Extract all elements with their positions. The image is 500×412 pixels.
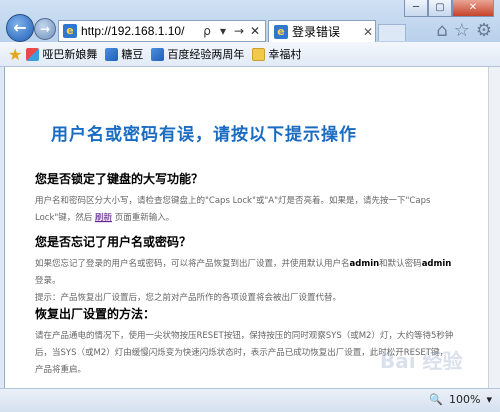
stop-icon[interactable]: ✕ xyxy=(248,24,262,38)
section-caps-lock: 您是否锁定了键盘的大写功能？ 用户名和密码区分大小写，请检查您键盘上的"Caps… xyxy=(35,170,455,227)
favorite-item[interactable]: 糖豆 xyxy=(105,46,143,62)
window-controls: ─ ▢ ✕ xyxy=(404,0,494,17)
favorite-item[interactable]: 幸福村 xyxy=(252,46,301,62)
watermark-logo: Bai 经验 xyxy=(380,349,463,373)
back-button[interactable]: ← xyxy=(6,14,34,42)
address-tools: ρ ▾ → ✕ xyxy=(200,24,265,38)
dropdown-icon[interactable]: ▾ xyxy=(216,24,230,38)
ie-page-icon: e xyxy=(63,24,77,38)
zoom-control[interactable]: 🔍 100% ▾ xyxy=(429,393,492,406)
chevron-down-icon[interactable]: ▾ xyxy=(486,393,492,406)
text-part: 如果您忘记了登录的用户名或密码，可以将产品恢复到出厂设置，并使用默认用户名 xyxy=(35,259,350,269)
toolbar-icons: ⌂ ☆ ⚙ xyxy=(436,20,492,41)
section-text: 如果您忘记了登录的用户名或密码，可以将产品恢复到出厂设置，并使用默认用户名adm… xyxy=(35,256,455,290)
minimize-button[interactable]: ─ xyxy=(404,0,428,17)
ie-tab-icon: e xyxy=(274,24,288,39)
section-heading: 您是否锁定了键盘的大写功能？ xyxy=(35,172,204,186)
address-bar[interactable]: e http://192.168.1.10/ ρ ▾ → ✕ xyxy=(58,20,266,42)
text-part: 和默认密码 xyxy=(379,259,422,269)
section-text: 用户名和密码区分大小写，请检查您键盘上的"Caps Lock"或"A"灯是否亮着… xyxy=(35,193,455,227)
home-icon[interactable]: ⌂ xyxy=(436,20,447,41)
page-title: 用户名或密码有误，请按以下提示操作 xyxy=(51,125,357,145)
text-part: 登录。 xyxy=(35,276,61,286)
favorite-label: 糖豆 xyxy=(121,48,144,61)
go-icon[interactable]: → xyxy=(232,24,246,38)
site-icon xyxy=(26,47,40,61)
favorites-icon[interactable]: ☆ xyxy=(454,20,470,41)
favorites-bar: ★ 哑巴新娘舞 糖豆 百度经验两周年 幸福村 xyxy=(0,42,500,67)
refresh-link[interactable]: 刷新 xyxy=(95,213,113,223)
zoom-level: 100% xyxy=(449,393,481,406)
search-icon[interactable]: ρ xyxy=(200,24,214,38)
favorite-item[interactable]: 哑巴新娘舞 xyxy=(26,46,97,62)
status-bar: 🔍 100% ▾ xyxy=(0,388,500,412)
tab-login-error[interactable]: e 登录错误 ✕ xyxy=(268,20,376,42)
section-forgot-password: 您是否忘记了用户名或密码？ 如果您忘记了登录的用户名或密码，可以将产品恢复到出厂… xyxy=(35,233,455,307)
tab-close-icon[interactable]: ✕ xyxy=(361,25,375,39)
tab-title: 登录错误 xyxy=(292,25,341,39)
favorites-star-icon[interactable]: ★ xyxy=(8,45,22,64)
gear-icon[interactable]: ⚙ xyxy=(476,20,492,41)
favorite-label: 百度经验两周年 xyxy=(167,48,245,61)
maximize-button[interactable]: ▢ xyxy=(428,0,452,17)
vertical-scrollbar[interactable] xyxy=(488,67,500,388)
site-icon xyxy=(151,47,165,61)
default-password: admin xyxy=(421,259,452,269)
favorite-item[interactable]: 百度经验两周年 xyxy=(151,46,244,62)
default-username: admin xyxy=(349,259,380,269)
site-icon xyxy=(105,47,119,61)
text-part: 页面重新输入。 xyxy=(114,213,175,223)
new-tab-button[interactable] xyxy=(378,24,406,41)
close-window-button[interactable]: ✕ xyxy=(452,0,494,17)
forward-button[interactable]: → xyxy=(34,18,56,40)
section-heading: 您是否忘记了用户名或密码？ xyxy=(35,235,192,249)
browser-titlebar: ─ ▢ ✕ ← → e http://192.168.1.10/ ρ ▾ → ✕… xyxy=(0,0,500,42)
folder-icon xyxy=(252,47,266,61)
section-heading: 恢复出厂设置的方法： xyxy=(35,307,156,321)
zoom-icon: 🔍 xyxy=(429,393,444,406)
page-content: 用户名或密码有误，请按以下提示操作 您是否锁定了键盘的大写功能？ 用户名和密码区… xyxy=(4,67,489,388)
favorite-label: 幸福村 xyxy=(268,48,302,61)
favorite-label: 哑巴新娘舞 xyxy=(42,48,98,61)
url-text[interactable]: http://192.168.1.10/ xyxy=(81,24,200,38)
